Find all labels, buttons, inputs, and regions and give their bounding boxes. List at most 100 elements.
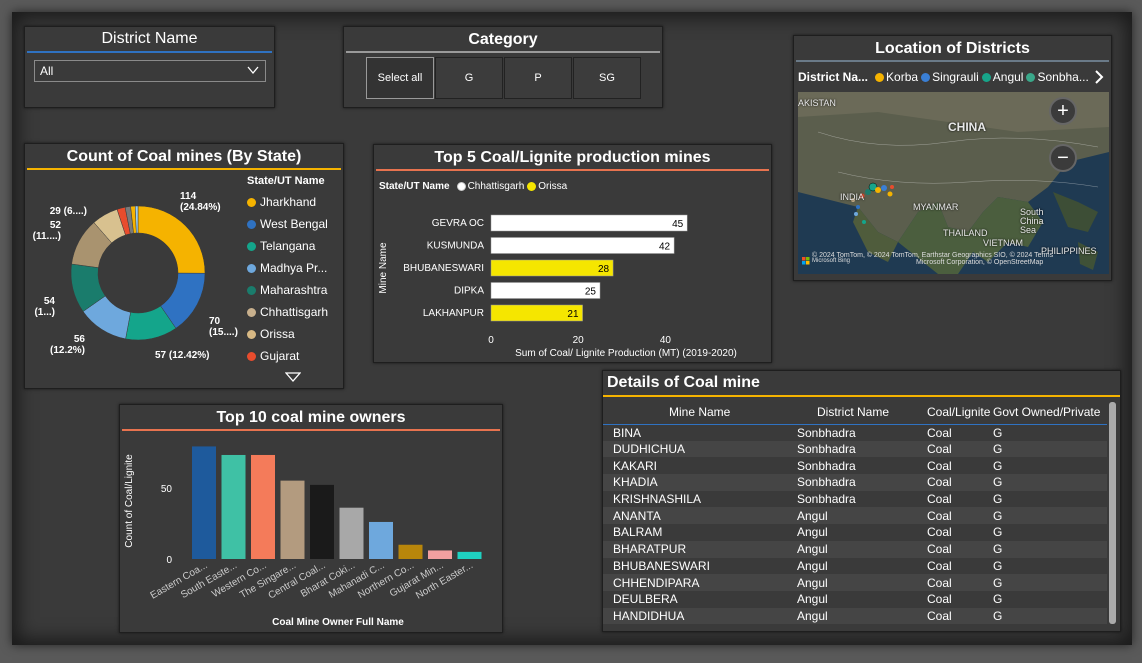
- top10-bar[interactable]: [398, 544, 423, 559]
- top10-bar[interactable]: [428, 550, 452, 559]
- district-slicer-title: District Name: [101, 30, 198, 47]
- top10-bar[interactable]: [192, 446, 216, 559]
- donut-legend: State/UT Name Jharkhand West Bengal Telang…: [247, 175, 328, 367]
- chevron-right-icon[interactable]: [1094, 70, 1104, 84]
- table-cell: BALRAM: [613, 525, 663, 540]
- top5-category-label: GEVRA OC: [432, 218, 484, 229]
- table-row[interactable]: KAKARI Sonbhadra Coal G: [603, 457, 1107, 474]
- top5-value-label: 21: [567, 309, 579, 320]
- top10-ytick: 50: [161, 484, 173, 495]
- map-label-pakistan: AKISTAN: [798, 98, 836, 108]
- donut-legend-item[interactable]: Gujarat: [247, 345, 328, 367]
- category-sg-button[interactable]: SG: [573, 57, 641, 99]
- zoom-in-button[interactable]: +: [1049, 97, 1077, 125]
- legend-dot: [247, 241, 256, 251]
- map-canvas[interactable]: AKISTAN CHINA INDIA MYANMAR THAILAND VIE…: [798, 92, 1109, 274]
- table-row[interactable]: BINA Sonbhadra Coal G: [603, 424, 1107, 441]
- chevron-down-icon: [247, 66, 259, 75]
- table-cell: Coal: [923, 440, 993, 458]
- donut-data-label: (11....): [33, 231, 61, 242]
- top5-xtick: 20: [573, 335, 585, 346]
- table-cell: DUDHICHUA: [603, 440, 793, 458]
- table-cell: G: [993, 458, 1003, 473]
- donut-underline: [27, 168, 341, 170]
- map-underline: [796, 60, 1109, 62]
- top5-legend-title: State/UT Name: [379, 181, 450, 192]
- top10-xaxis-label: Coal Mine Owner Full Name: [272, 617, 404, 628]
- table-cell: Coal: [923, 507, 993, 525]
- bing-label: Microsoft Bing: [812, 258, 851, 264]
- legend-dot: [247, 197, 256, 207]
- col-header-mine-name[interactable]: Mine Name: [603, 400, 793, 424]
- category-p-button[interactable]: P: [504, 57, 572, 99]
- legend-dot: [247, 285, 256, 295]
- top5-yaxis-label: Mine Name: [378, 242, 389, 294]
- donut-legend-item[interactable]: Madhya Pr...: [247, 257, 328, 279]
- table-row[interactable]: BALRAM Angul Coal G: [603, 524, 1107, 541]
- donut-legend-item[interactable]: Chhattisgarh: [247, 301, 328, 323]
- map-legend-korba: Korba: [886, 70, 919, 84]
- top5-xtick: 40: [660, 335, 672, 346]
- top5-bar[interactable]: [490, 282, 601, 299]
- table-cell: Coal: [927, 558, 952, 573]
- top10-ytick: 0: [166, 555, 172, 566]
- donut-data-label: (15....): [209, 327, 238, 338]
- table-row[interactable]: HANDIDHUA Angul Coal G: [603, 607, 1107, 625]
- top5-category-label: DIPKA: [454, 286, 484, 297]
- category-select-all-button[interactable]: Select all: [366, 57, 434, 99]
- table-row[interactable]: BHUBANESWARI Angul Coal G: [603, 558, 1107, 575]
- category-g-button[interactable]: G: [435, 57, 503, 99]
- map-label-india: INDIA: [840, 192, 865, 202]
- donut-slice[interactable]: [137, 205, 206, 274]
- table-scrollbar-thumb[interactable]: [1109, 402, 1116, 624]
- top10-bar[interactable]: [251, 454, 275, 559]
- top5-bar[interactable]: [490, 214, 688, 232]
- table-cell: Angul: [793, 507, 923, 525]
- top5-bar[interactable]: [490, 259, 614, 277]
- table-row[interactable]: KHADIA Sonbhadra Coal G: [603, 474, 1107, 491]
- donut-legend-item[interactable]: Telangana: [247, 235, 328, 257]
- table-scrollbar[interactable]: [1109, 402, 1116, 624]
- col-header-district-name[interactable]: District Name: [793, 400, 923, 424]
- table-row[interactable]: DUDHICHUA Sonbhadra Coal G: [603, 440, 1107, 458]
- zoom-out-button[interactable]: −: [1049, 144, 1077, 172]
- top5-chart[interactable]: GEVRA OC 45 KUSMUNDA 42 BHUBANESWARI 28 DIPKA 2…: [374, 193, 771, 363]
- col-header-govt-owned[interactable]: Govt Owned/Private: [993, 400, 1107, 424]
- top5-legend-orissa: Orissa: [538, 181, 568, 192]
- top10-bar[interactable]: [339, 507, 364, 559]
- top10-bar[interactable]: [457, 551, 482, 559]
- district-dropdown[interactable]: All: [34, 60, 266, 82]
- col-header-coal-lignite[interactable]: Coal/Lignite: [923, 400, 993, 424]
- donut-chart[interactable]: 114(24.84%) 70(15....) 57 (12.42%) 56(12.2%…: [25, 174, 245, 389]
- top10-bar[interactable]: [369, 521, 393, 559]
- map-legend-singrauli: Singrauli: [932, 70, 979, 84]
- table-row[interactable]: CHHENDIPARA Angul Coal G: [603, 574, 1107, 591]
- legend-dot: [247, 263, 256, 273]
- donut-legend-item[interactable]: West Bengal: [247, 213, 328, 235]
- donut-title: Count of Coal mines (By State): [66, 148, 302, 165]
- table-cell: Angul: [793, 574, 923, 591]
- donut-legend-item[interactable]: Jharkhand: [247, 191, 328, 213]
- table-row[interactable]: ANANTA Angul Coal G: [603, 507, 1107, 525]
- legend-dot: [527, 182, 537, 191]
- donut-data-label: (24.84%): [180, 202, 221, 213]
- donut-legend-item[interactable]: Maharashtra: [247, 279, 328, 301]
- table-row[interactable]: KRISHNASHILA Sonbhadra Coal G: [603, 491, 1107, 508]
- donut-legend-item[interactable]: Orissa: [247, 323, 328, 345]
- top10-bar[interactable]: [280, 480, 305, 559]
- donut-data-label: 56: [74, 334, 86, 345]
- top10-yaxis-label: Count of Coal/Lignite: [124, 454, 135, 548]
- top5-legend: State/UT Name Chhattisgarh Orissa: [379, 181, 567, 192]
- top10-bar[interactable]: [221, 454, 246, 559]
- top5-underline: [376, 169, 769, 171]
- map-panel: Location of Districts District Na... Kor…: [793, 35, 1112, 281]
- table-cell: Angul: [797, 558, 828, 573]
- donut-data-label: 70: [209, 316, 221, 327]
- top10-bar[interactable]: [310, 484, 334, 559]
- donut-legend-label: Telangana: [260, 239, 316, 253]
- legend-scroll-down-icon[interactable]: [285, 372, 301, 382]
- table-row[interactable]: BHARATPUR Angul Coal G: [603, 540, 1107, 558]
- table-row[interactable]: DEULBERA Angul Coal G: [603, 591, 1107, 608]
- top5-bar[interactable]: [490, 237, 675, 254]
- top10-chart[interactable]: 050Eastern Coa...South Easte...Western C…: [120, 433, 502, 633]
